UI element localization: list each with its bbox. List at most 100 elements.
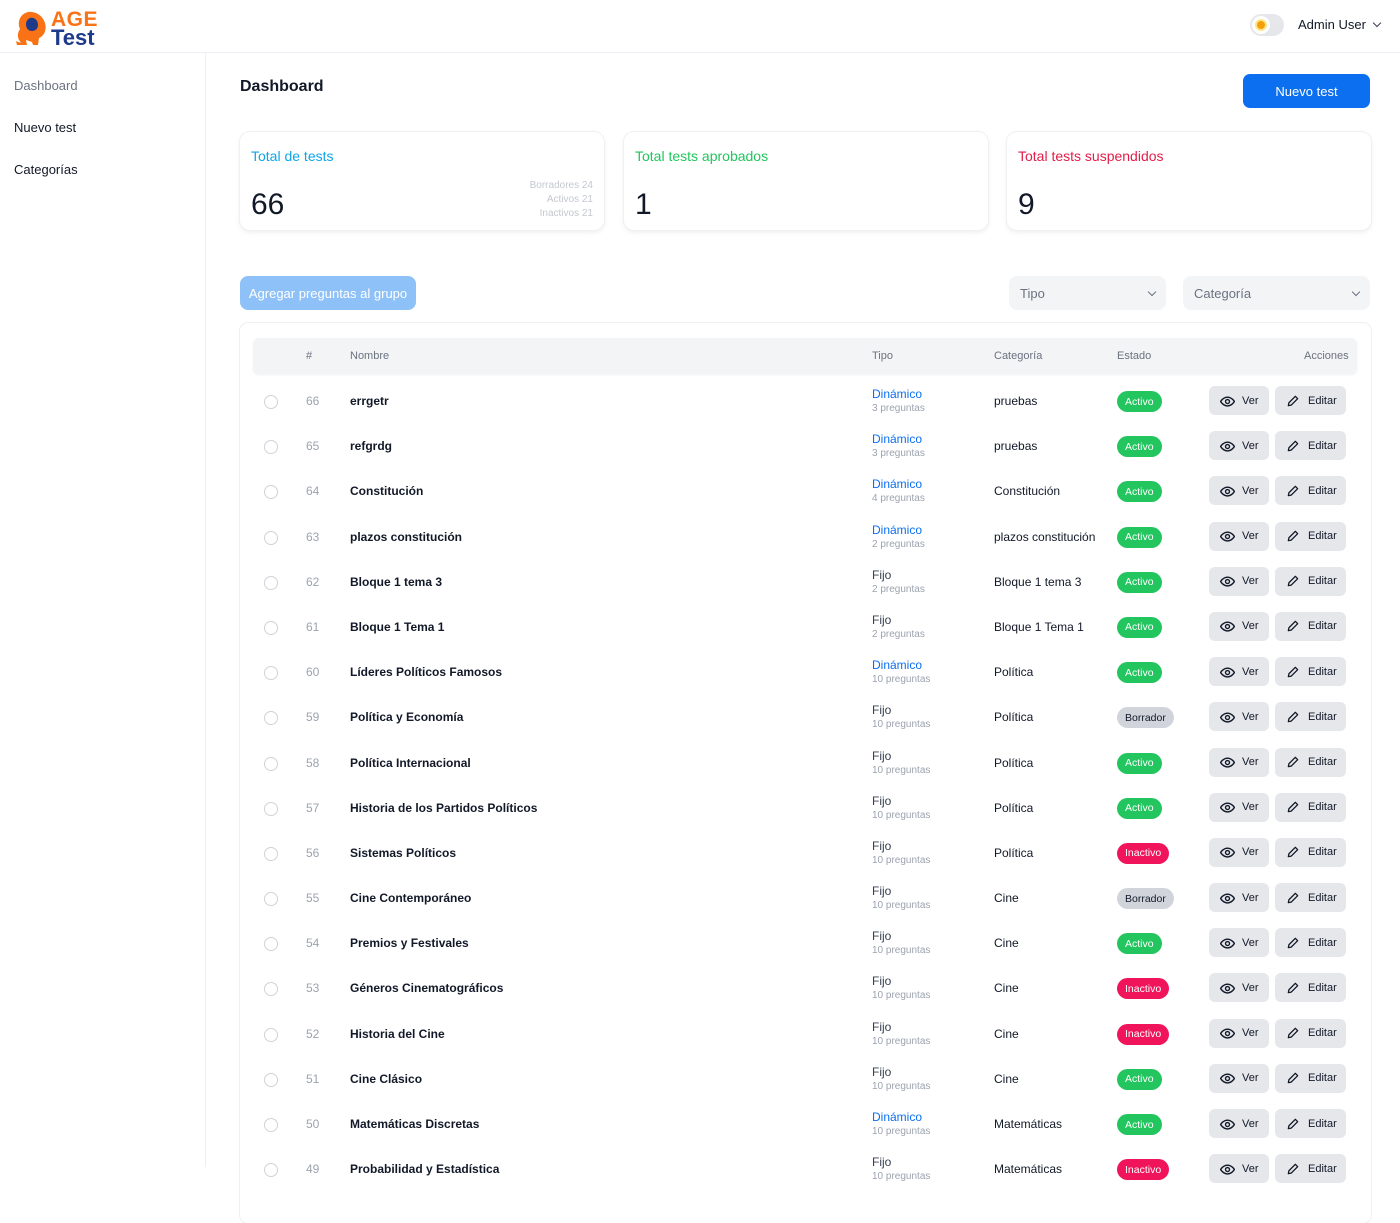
ver-button[interactable]: Ver xyxy=(1209,1018,1269,1048)
ver-button[interactable]: Ver xyxy=(1209,747,1269,777)
table-row[interactable]: 50 Matemáticas Discretas Dinámico 10 pregun… xyxy=(253,1102,1357,1147)
ver-button[interactable]: Ver xyxy=(1209,476,1269,506)
row-checkbox[interactable] xyxy=(264,485,278,500)
table-row[interactable]: 61 Bloque 1 Tema 1 Fijo 2 preguntas Bloque 1… xyxy=(253,605,1357,650)
table-row[interactable]: 55 Cine Contemporáneo Fijo 10 preguntas Cine… xyxy=(253,876,1357,921)
row-checkbox[interactable] xyxy=(264,756,278,771)
row-checkbox[interactable] xyxy=(264,666,278,681)
editar-button[interactable]: Editar xyxy=(1275,521,1346,551)
editar-button[interactable]: Editar xyxy=(1275,657,1346,687)
row-checkbox[interactable] xyxy=(264,440,278,455)
user-menu[interactable]: Admin User xyxy=(1298,17,1382,32)
theme-toggle[interactable] xyxy=(1250,14,1284,36)
ver-button[interactable]: Ver xyxy=(1209,566,1269,596)
editar-button[interactable]: Editar xyxy=(1275,702,1346,732)
ver-button[interactable]: Ver xyxy=(1209,386,1269,415)
categoria-select[interactable]: Categoría xyxy=(1183,276,1370,310)
row-checkbox[interactable] xyxy=(264,892,278,907)
row-checkbox[interactable] xyxy=(264,530,278,545)
editar-button[interactable]: Editar xyxy=(1275,747,1346,777)
ver-button[interactable]: Ver xyxy=(1209,1109,1269,1138)
row-checkbox[interactable] xyxy=(264,620,278,635)
user-name: Admin User xyxy=(1298,17,1366,32)
editar-button[interactable]: Editar xyxy=(1275,476,1346,506)
row-checkbox[interactable] xyxy=(264,1118,278,1132)
editar-button[interactable]: Editar xyxy=(1275,792,1346,822)
sidebar-item-nuevo-test[interactable]: Nuevo test xyxy=(14,120,76,135)
pencil-icon xyxy=(1286,936,1300,950)
table-row[interactable]: 59 Política y Economía Fijo 10 preguntas Pol… xyxy=(253,695,1357,740)
ver-button[interactable]: Ver xyxy=(1209,1063,1269,1093)
row-tipo-label: Fijo xyxy=(872,1064,892,1079)
editar-label: Editar xyxy=(1308,891,1337,904)
stat-value: 9 xyxy=(1018,188,1035,221)
stat-activos: Activos 21 xyxy=(546,194,593,205)
row-checkbox[interactable] xyxy=(264,1027,278,1042)
editar-button[interactable]: Editar xyxy=(1275,973,1346,1003)
editar-button[interactable]: Editar xyxy=(1275,1154,1346,1184)
tipo-select[interactable]: Tipo xyxy=(1009,276,1166,310)
sidebar-item-dashboard[interactable]: Dashboard xyxy=(14,78,78,93)
sun-icon xyxy=(1252,16,1270,34)
row-nombre: Premios y Festivales xyxy=(350,936,469,951)
table-row[interactable]: 54 Premios y Festivales Fijo 10 preguntas Ci… xyxy=(253,921,1357,966)
ver-button[interactable]: Ver xyxy=(1209,928,1269,958)
row-checkbox[interactable] xyxy=(264,1072,278,1087)
row-checkbox[interactable] xyxy=(264,711,278,726)
editar-button[interactable]: Editar xyxy=(1275,837,1346,867)
editar-button[interactable]: Editar xyxy=(1275,1018,1346,1048)
editar-button[interactable]: Editar xyxy=(1275,928,1346,958)
row-tipo: Dinámico 2 preguntas xyxy=(872,523,925,550)
eye-icon xyxy=(1219,710,1236,724)
editar-button[interactable]: Editar xyxy=(1275,883,1346,913)
editar-button[interactable]: Editar xyxy=(1275,611,1346,641)
row-tipo-label: Dinámico xyxy=(872,477,923,492)
table-row[interactable]: 66 errgetr Dinámico 3 preguntas pruebas Activ… xyxy=(253,379,1357,424)
ver-button[interactable]: Ver xyxy=(1209,792,1269,822)
table-row[interactable]: 65 refgrdg Dinámico 3 preguntas pruebas Activ… xyxy=(253,424,1357,469)
editar-button[interactable]: Editar xyxy=(1275,431,1346,461)
row-tipo: Fijo 10 preguntas xyxy=(872,974,930,1001)
ver-button[interactable]: Ver xyxy=(1209,1154,1269,1184)
row-checkbox[interactable] xyxy=(264,1163,278,1178)
table-row[interactable]: 57 Historia de los Partidos Políticos Fijo… xyxy=(253,786,1357,831)
row-checkbox[interactable] xyxy=(264,575,278,590)
app-logo[interactable]: AGE Test xyxy=(14,8,104,50)
editar-button[interactable]: Editar xyxy=(1275,1109,1346,1138)
new-test-button[interactable]: Nuevo test xyxy=(1243,74,1370,108)
pencil-icon xyxy=(1286,755,1300,769)
table-row[interactable]: 51 Cine Clásico Fijo 10 preguntas Cine Activo… xyxy=(253,1057,1357,1102)
row-checkbox[interactable] xyxy=(264,801,278,816)
ver-button[interactable]: Ver xyxy=(1209,521,1269,551)
status-badge: Activo xyxy=(1117,662,1162,684)
ver-button[interactable]: Ver xyxy=(1209,657,1269,687)
table-row[interactable]: 60 Líderes Políticos Famosos Dinámico 10 pr… xyxy=(253,650,1357,695)
row-checkbox[interactable] xyxy=(264,395,278,409)
col-header-nombre: Nombre xyxy=(350,350,390,362)
row-tipo: Fijo 10 preguntas xyxy=(872,749,930,776)
table-row[interactable]: 63 plazos constitución Dinámico 2 preguntas… xyxy=(253,515,1357,560)
add-questions-to-group-button[interactable]: Agregar preguntas al grupo xyxy=(240,276,416,310)
editar-button[interactable]: Editar xyxy=(1275,566,1346,596)
editar-button[interactable]: Editar xyxy=(1275,1063,1346,1093)
ver-button[interactable]: Ver xyxy=(1209,431,1269,461)
table-row[interactable]: 52 Historia del Cine Fijo 10 preguntas Cine I… xyxy=(253,1012,1357,1057)
table-row[interactable]: 56 Sistemas Políticos Fijo 10 preguntas Polí… xyxy=(253,831,1357,876)
row-tipo-label: Fijo xyxy=(872,1155,892,1170)
ver-button[interactable]: Ver xyxy=(1209,611,1269,641)
sidebar-item-categorias[interactable]: Categorías xyxy=(14,162,78,177)
table-row[interactable]: 62 Bloque 1 tema 3 Fijo 2 preguntas Bloque 1… xyxy=(253,560,1357,605)
ver-button[interactable]: Ver xyxy=(1209,973,1269,1003)
table-row[interactable]: 64 Constitución Dinámico 4 preguntas Constit… xyxy=(253,469,1357,514)
table-row[interactable]: 49 Probabilidad y Estadística Fijo 10 pregu… xyxy=(253,1147,1357,1192)
ver-button[interactable]: Ver xyxy=(1209,837,1269,867)
editar-button[interactable]: Editar xyxy=(1275,386,1346,415)
table-row[interactable]: 53 Géneros Cinematográficos Fijo 10 pregunt… xyxy=(253,966,1357,1011)
row-nombre: Historia del Cine xyxy=(350,1026,445,1041)
ver-button[interactable]: Ver xyxy=(1209,702,1269,732)
ver-button[interactable]: Ver xyxy=(1209,883,1269,913)
row-checkbox[interactable] xyxy=(264,937,278,952)
row-checkbox[interactable] xyxy=(264,982,278,997)
row-checkbox[interactable] xyxy=(264,846,278,861)
table-row[interactable]: 58 Política Internacional Fijo 10 preguntas… xyxy=(253,741,1357,786)
